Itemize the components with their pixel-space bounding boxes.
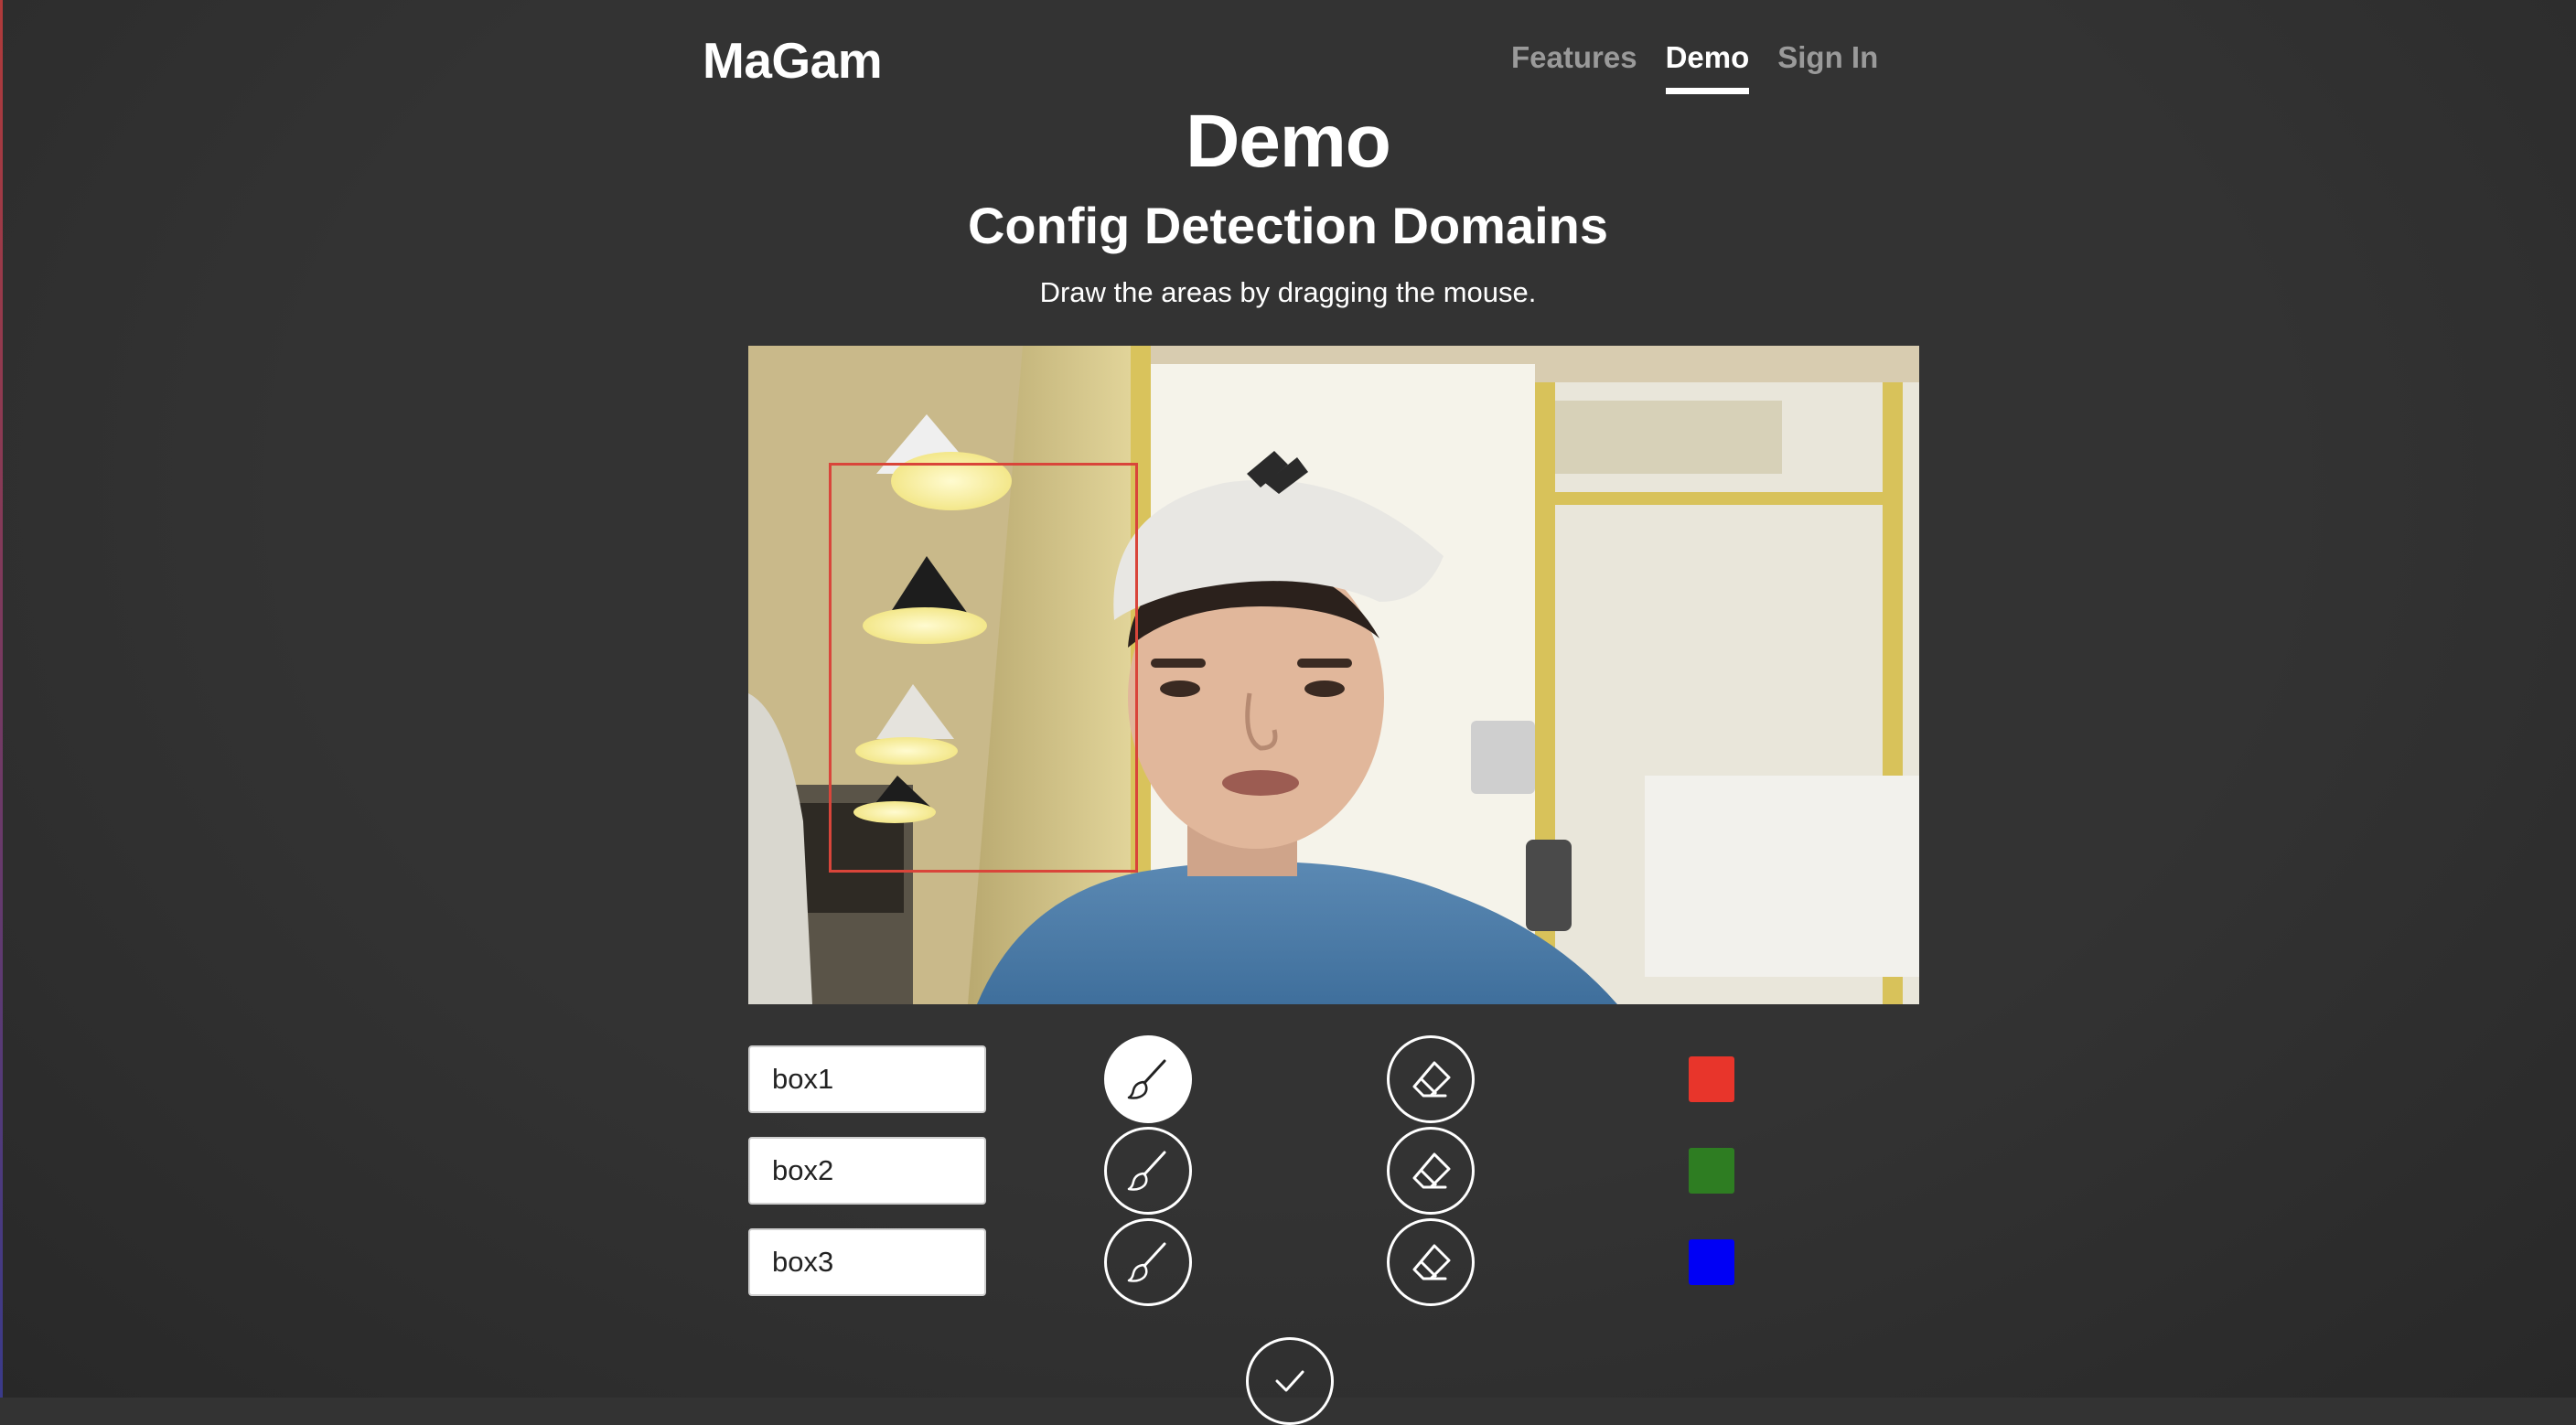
top-nav: Features Demo Sign In (1511, 40, 1878, 94)
instructions-text: Draw the areas by dragging the mouse. (1039, 276, 1537, 308)
brush-button[interactable] (1104, 1035, 1192, 1123)
box-name-input[interactable] (748, 1228, 986, 1296)
confirm-button[interactable] (1246, 1337, 1334, 1425)
eraser-button[interactable] (1387, 1035, 1475, 1123)
eraser-button[interactable] (1387, 1218, 1475, 1306)
eraser-icon (1412, 1061, 1451, 1098)
eraser-icon (1412, 1244, 1451, 1280)
brush-button[interactable] (1104, 1218, 1192, 1306)
box-name-input[interactable] (748, 1137, 986, 1205)
box-name-input[interactable] (748, 1045, 986, 1113)
brush-icon (1127, 1242, 1166, 1282)
detection-area-box1[interactable] (829, 463, 1138, 873)
box-row-3 (0, 1216, 2576, 1308)
nav-sign-in[interactable]: Sign In (1777, 40, 1878, 94)
brush-icon (1127, 1151, 1166, 1191)
section-title: Config Detection Domains (967, 197, 1609, 254)
brand-logo[interactable]: MaGam (703, 31, 883, 90)
box-row-1 (0, 1034, 2576, 1125)
camera-canvas[interactable] (748, 346, 1919, 1004)
page-title: Demo (1186, 100, 1391, 183)
brush-icon (1127, 1059, 1166, 1099)
color-swatch-blue[interactable] (1689, 1239, 1734, 1285)
color-swatch-green[interactable] (1689, 1148, 1734, 1194)
check-icon (1275, 1370, 1304, 1392)
nav-demo[interactable]: Demo (1665, 40, 1750, 94)
box-row-2 (0, 1125, 2576, 1216)
brush-button[interactable] (1104, 1127, 1192, 1215)
eraser-icon (1412, 1152, 1451, 1189)
eraser-button[interactable] (1387, 1127, 1475, 1215)
color-swatch-red[interactable] (1689, 1056, 1734, 1102)
nav-features[interactable]: Features (1511, 40, 1637, 94)
